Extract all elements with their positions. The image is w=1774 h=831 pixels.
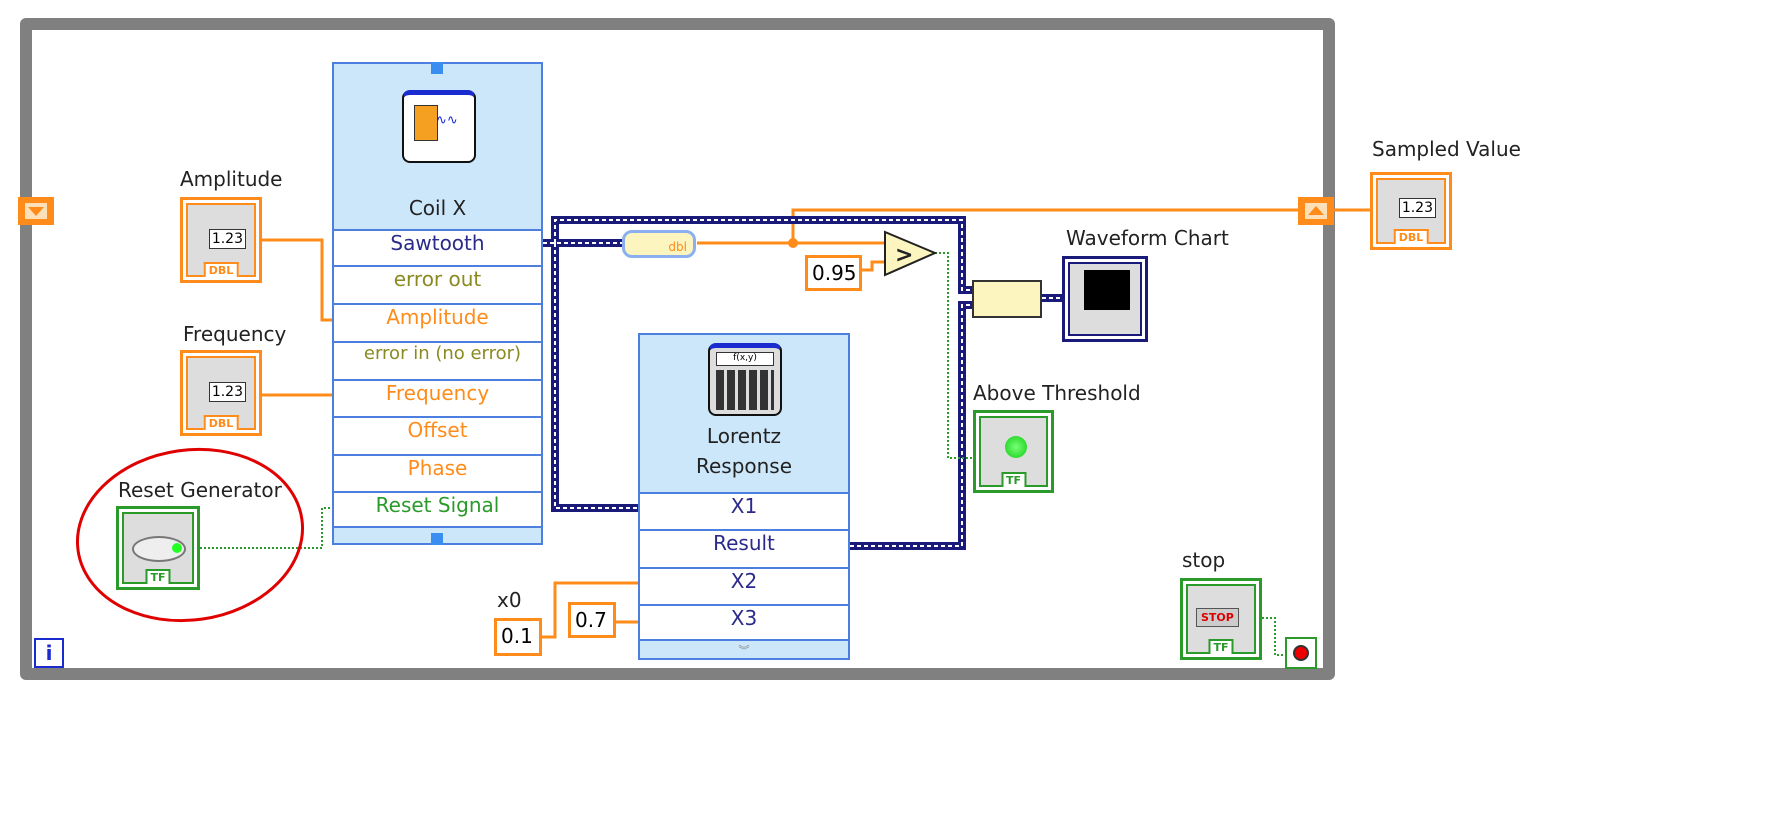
stop-control[interactable]: STOP TF xyxy=(1180,578,1262,660)
terminal-phase[interactable]: Phase xyxy=(334,454,541,491)
sampled-value-label: Sampled Value xyxy=(1372,137,1521,161)
resize-handle-bottom[interactable] xyxy=(431,533,443,545)
terminal-reset-signal[interactable]: Reset Signal xyxy=(334,491,541,528)
svg-text:>: > xyxy=(895,243,913,268)
sampled-value-indicator[interactable]: 1.23 DBL xyxy=(1370,172,1452,250)
stop-label: stop xyxy=(1182,548,1226,572)
chart-icon xyxy=(1084,270,1130,310)
arrow-down-icon xyxy=(28,207,44,216)
shift-register-left[interactable] xyxy=(18,197,54,225)
waveform-chart-label: Waveform Chart xyxy=(1066,226,1229,250)
coil-x-title: Coil X xyxy=(408,196,467,220)
wire-threshold xyxy=(862,260,885,272)
toggle-icon xyxy=(132,536,186,562)
formula-calculator-icon: f(x,y) xyxy=(708,343,782,416)
waveform-chart-indicator[interactable] xyxy=(1062,256,1148,342)
build-array-node[interactable] xyxy=(972,280,1042,318)
threshold-constant[interactable]: 0.95 xyxy=(805,255,862,291)
terminal-frequency[interactable]: Frequency xyxy=(334,379,541,416)
terminal-result[interactable]: Result xyxy=(640,529,848,567)
terminal-offset[interactable]: Offset xyxy=(334,416,541,454)
amplitude-label: Amplitude xyxy=(180,167,283,191)
terminal-amplitude[interactable]: Amplitude xyxy=(334,303,541,341)
expand-chevron-icon[interactable]: ︾ xyxy=(640,642,848,658)
above-threshold-label: Above Threshold xyxy=(973,381,1141,405)
terminal-error-in[interactable]: error in (no error) xyxy=(334,341,541,379)
terminal-sawtooth[interactable]: Sawtooth xyxy=(334,229,541,265)
coil-x-node[interactable]: ∿∿ Coil X Sawtooth error out Amplitude e… xyxy=(332,62,543,545)
above-threshold-indicator[interactable]: TF xyxy=(973,410,1054,493)
terminal-error-out[interactable]: error out xyxy=(334,265,541,303)
x3-constant[interactable]: 0.7 xyxy=(568,602,616,638)
convert-to-dbl-node[interactable]: dbl xyxy=(622,230,696,258)
waveform-generator-icon: ∿∿ xyxy=(402,90,476,163)
shift-register-right[interactable] xyxy=(1298,197,1334,225)
loop-condition-terminal[interactable] xyxy=(1285,637,1317,669)
terminal-x3[interactable]: X3 xyxy=(640,604,848,641)
terminal-x1[interactable]: X1 xyxy=(640,492,848,529)
resize-handle-top[interactable] xyxy=(431,62,443,74)
iteration-terminal: i xyxy=(34,638,64,668)
frequency-label: Frequency xyxy=(183,322,287,346)
terminal-x2[interactable]: X2 xyxy=(640,567,848,604)
wires: > xyxy=(75,208,1370,656)
wire-amplitude xyxy=(262,238,332,322)
led-icon xyxy=(1005,436,1027,458)
reset-generator-label: Reset Generator xyxy=(118,478,282,502)
lorentz-response-node[interactable]: f(x,y) Lorentz Response X1 Result X2 X3 … xyxy=(638,333,850,660)
x0-label: x0 xyxy=(497,588,522,612)
stop-sign-icon xyxy=(1293,645,1309,661)
frequency-control[interactable]: 1.23 DBL xyxy=(180,350,262,436)
lorentz-title: Lorentz Response xyxy=(695,424,793,478)
reset-generator-control[interactable]: TF xyxy=(116,506,200,590)
x0-constant[interactable]: 0.1 xyxy=(494,618,542,656)
amplitude-control[interactable]: 1.23 DBL xyxy=(180,197,262,283)
arrow-up-icon xyxy=(1308,206,1324,215)
